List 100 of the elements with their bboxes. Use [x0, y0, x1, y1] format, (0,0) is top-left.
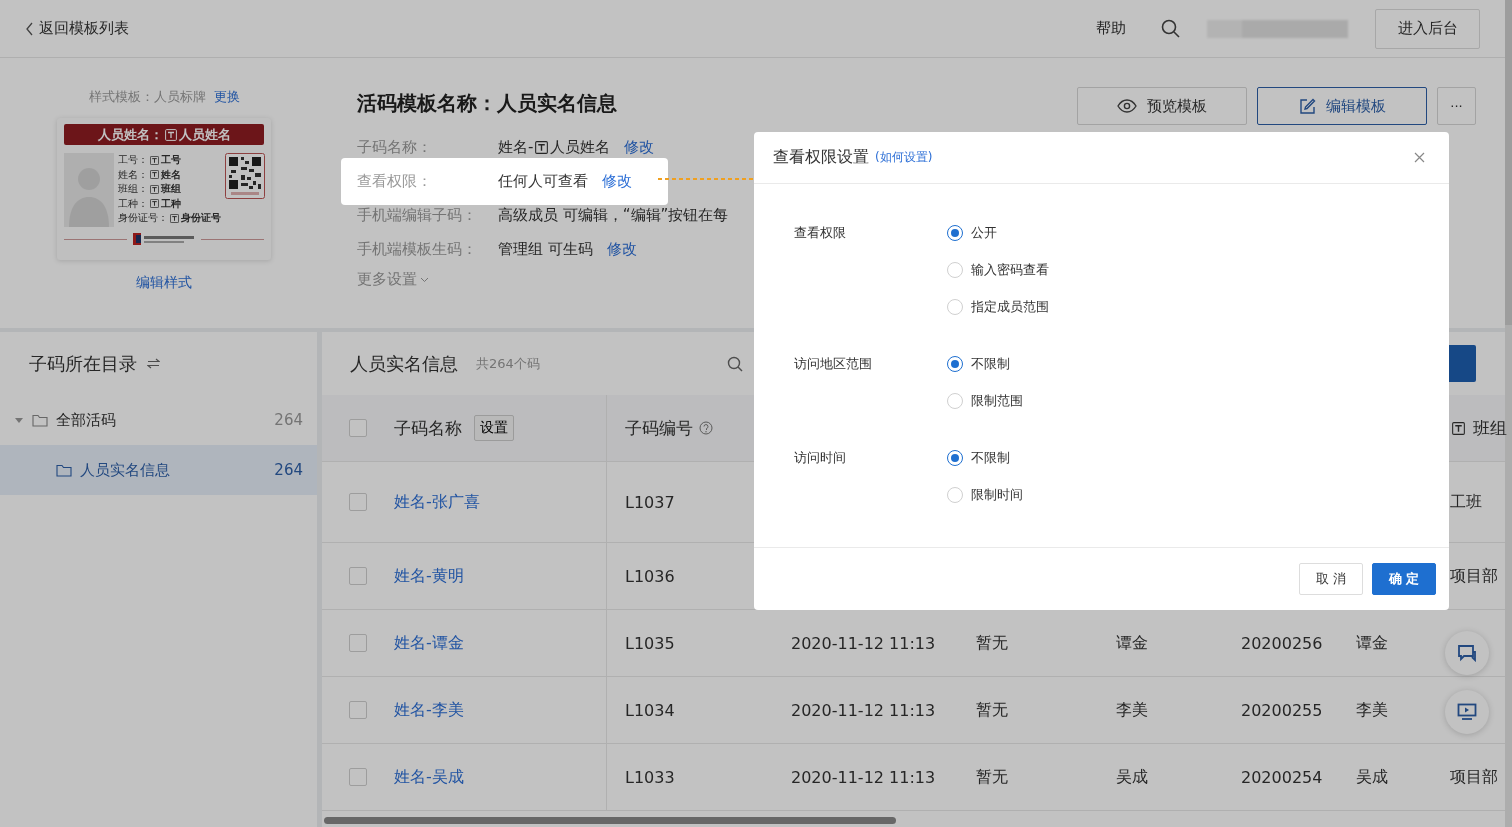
- table-cell: 20200256: [1241, 633, 1323, 653]
- column-header: 子码编号: [625, 416, 693, 440]
- edit-icon: [1298, 97, 1316, 115]
- edit-link[interactable]: 修改: [606, 239, 637, 259]
- confirm-button[interactable]: 确 定: [1372, 563, 1436, 595]
- caret-icon[interactable]: [14, 415, 24, 425]
- table-cell: 20200255: [1241, 700, 1323, 720]
- table-cell: 工班: [1450, 491, 1482, 513]
- badge-field: 姓名： 姓名: [118, 167, 221, 182]
- setting-value: 管理组 可生码: [498, 239, 593, 259]
- help-link[interactable]: (如何设置): [875, 149, 933, 166]
- badge-field: 身份证号： 身份证号: [118, 211, 221, 226]
- chevron-down-icon[interactable]: [420, 276, 429, 283]
- table-cell: 暂无: [976, 699, 1008, 721]
- column-header: 子码名称: [394, 416, 462, 440]
- back-chevron-icon[interactable]: [25, 21, 34, 36]
- setting-value: 任何人可查看: [498, 171, 588, 191]
- swap-icon[interactable]: [147, 358, 160, 369]
- table-cell: 吴成: [1356, 766, 1388, 788]
- chat-icon[interactable]: [1457, 644, 1477, 662]
- edit-link[interactable]: 修改: [602, 171, 632, 191]
- count-label: 264: [274, 461, 303, 479]
- edit-style-link[interactable]: 编辑样式: [136, 274, 192, 292]
- edit-link[interactable]: 修改: [624, 137, 655, 157]
- column-header: 班组: [1473, 416, 1507, 440]
- table-cell: 谭金: [1116, 632, 1148, 654]
- table-cell: 项目部: [1450, 565, 1498, 587]
- style-template-label: 样式模板：人员标牌: [88, 88, 206, 106]
- edit-template-button[interactable]: 编辑模板: [1257, 87, 1427, 125]
- radio-option[interactable]: 不限制: [947, 439, 1023, 476]
- code-name-link[interactable]: 姓名-谭金: [394, 632, 464, 654]
- tree-item[interactable]: 人员实名信息 264: [0, 445, 317, 495]
- setting-label: 手机端模板生码：: [357, 239, 478, 259]
- back-link[interactable]: 返回模板列表: [25, 19, 129, 38]
- setting-label: 子码名称：: [357, 137, 433, 157]
- setting-label: 查看权限: [794, 224, 847, 242]
- code-name-link[interactable]: 姓名-李美: [394, 699, 464, 721]
- code-name-link[interactable]: 姓名-吴成: [394, 766, 464, 788]
- setting-label: 查看权限：: [357, 171, 433, 191]
- radio-option[interactable]: 指定成员范围: [947, 288, 1049, 325]
- text-field-icon: [164, 128, 177, 141]
- folder-icon: [32, 413, 48, 427]
- badge-field: 班组： 班组: [118, 182, 221, 197]
- setting-value: 高级成员 可编辑，“编辑”按钮在每: [498, 205, 729, 225]
- table-cell: 2020-11-12 11:13: [791, 700, 936, 720]
- help-icon[interactable]: [699, 421, 713, 435]
- screen-play-icon[interactable]: [1457, 703, 1477, 721]
- code-name-link[interactable]: 姓名-黄明: [394, 565, 464, 587]
- change-link[interactable]: 更换: [213, 88, 240, 106]
- checkbox[interactable]: [349, 768, 367, 786]
- radio-option[interactable]: 公开: [947, 214, 1049, 251]
- table-cell: 暂无: [976, 766, 1008, 788]
- text-field-icon: [150, 184, 159, 194]
- admin-button[interactable]: 进入后台: [1375, 8, 1480, 49]
- text-field-icon: [170, 213, 179, 223]
- table-cell: L1033: [625, 767, 675, 787]
- radio-option[interactable]: 输入密码查看: [947, 251, 1049, 288]
- table-cell: 2020-11-12 11:13: [791, 633, 936, 653]
- tree-item[interactable]: 全部活码 264: [0, 395, 317, 445]
- table-cell: 2020-11-12 11:13: [791, 767, 936, 787]
- setting-label: 手机端编辑子码：: [357, 205, 478, 225]
- more-button[interactable]: ···: [1437, 87, 1476, 125]
- badge-field: 工号： 工号: [118, 153, 221, 168]
- close-icon[interactable]: [1414, 152, 1425, 163]
- table-cell: 吴成: [1116, 766, 1148, 788]
- text-field-icon: [535, 140, 549, 154]
- code-name-link[interactable]: 姓名-张广喜: [394, 491, 480, 513]
- table-cell: L1037: [625, 492, 675, 512]
- qr-code-icon: [225, 153, 265, 199]
- vertical-scrollbar[interactable]: [1505, 0, 1512, 827]
- help-link[interactable]: 帮助: [1096, 19, 1126, 38]
- checkbox[interactable]: [349, 634, 367, 652]
- template-title: 活码模板名称：人员实名信息: [357, 90, 617, 116]
- search-icon[interactable]: [1161, 19, 1180, 38]
- text-field-icon: [150, 155, 159, 165]
- preview-button[interactable]: 预览模板: [1077, 87, 1247, 125]
- table-cell: L1036: [625, 566, 675, 586]
- sidebar-title: 子码所在目录: [29, 351, 137, 376]
- setting-value: 姓名- 人员姓名: [498, 137, 611, 157]
- radio-option[interactable]: 限制时间: [947, 476, 1023, 513]
- checkbox[interactable]: [349, 701, 367, 719]
- count-label: 共264个码: [476, 354, 540, 373]
- setting-label: 访问时间: [794, 449, 847, 467]
- settings-button[interactable]: 设置: [474, 415, 514, 441]
- search-icon[interactable]: [726, 355, 743, 372]
- table-cell: 李美: [1356, 699, 1388, 721]
- cancel-button[interactable]: 取 消: [1299, 563, 1363, 595]
- folder-icon: [56, 463, 72, 477]
- table-cell: 暂无: [976, 632, 1008, 654]
- table-cell: 项目部: [1450, 766, 1498, 788]
- checkbox[interactable]: [349, 419, 367, 437]
- table-cell: L1035: [625, 633, 675, 653]
- logo-drawing: [133, 233, 195, 245]
- dialog-title: 查看权限设置: [773, 147, 869, 168]
- table-cell: 20200254: [1241, 767, 1323, 787]
- checkbox[interactable]: [349, 493, 367, 511]
- radio-option[interactable]: 不限制: [947, 345, 1023, 382]
- checkbox[interactable]: [349, 567, 367, 585]
- radio-option[interactable]: 限制范围: [947, 382, 1023, 419]
- text-field-icon: [150, 170, 159, 180]
